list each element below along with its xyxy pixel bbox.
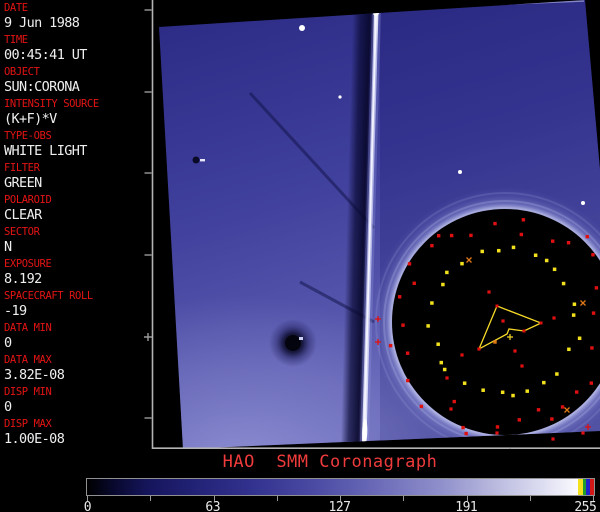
metadata-field: TYPE-OBS WHITE LIGHT [4, 130, 140, 162]
field-value: -19 [4, 303, 27, 319]
colorbar-tick [276, 496, 278, 501]
field-value: 8.192 [4, 271, 42, 287]
colorbar-tick-label: 0 [83, 500, 92, 512]
field-value: 3.82E-08 [4, 367, 65, 383]
field-label: DATE [4, 2, 28, 14]
metadata-field: SECTOR N [4, 226, 140, 258]
metadata-field: TIME 00:45:41 UT [4, 34, 140, 66]
colorbar-tick [150, 496, 152, 501]
field-label: DATA MAX [4, 354, 52, 366]
field-label: EXPOSURE [4, 258, 52, 270]
field-label: TYPE-OBS [4, 130, 52, 142]
field-label: FILTER [4, 162, 40, 174]
colorbar-tick [529, 496, 531, 501]
field-value: WHITE LIGHT [4, 143, 87, 159]
metadata-field: FILTER GREEN [4, 162, 140, 194]
field-label: INTENSITY SOURCE [4, 98, 99, 110]
field-value: 0 [4, 335, 12, 351]
colorbar-tick-label: 127 [328, 500, 351, 512]
colorbar-gradient [87, 479, 594, 495]
metadata-field: DATE 9 Jun 1988 [4, 2, 140, 34]
intensity-colorbar [86, 478, 595, 496]
metadata-field: DATA MAX 3.82E-08 [4, 354, 140, 386]
coronagraph-image [140, 0, 600, 449]
colorbar-tick-label: 63 [205, 500, 221, 512]
field-value: CLEAR [4, 207, 42, 223]
colorbar-saturation-stripe [590, 479, 594, 495]
field-value: N [4, 239, 12, 255]
field-label: TIME [4, 34, 28, 46]
colorbar-tick [403, 496, 405, 501]
field-label: OBJECT [4, 66, 40, 78]
field-value: 0 [4, 399, 12, 415]
image-title: HAO SMM Coronagraph [222, 452, 438, 472]
field-label: DISP MIN [4, 386, 52, 398]
metadata-field: POLAROID CLEAR [4, 194, 140, 226]
field-label: POLAROID [4, 194, 52, 206]
metadata-field: DISP MIN 0 [4, 386, 140, 418]
field-value: 9 Jun 1988 [4, 15, 80, 31]
field-value: (K+F)*V [4, 111, 57, 127]
metadata-panel: DATE 9 Jun 1988 TIME 00:45:41 UT OBJECT … [0, 0, 140, 449]
field-value: 1.00E-08 [4, 431, 65, 447]
metadata-field: OBJECT SUN:CORONA [4, 66, 140, 98]
field-label: SECTOR [4, 226, 40, 238]
field-label: SPACECRAFT ROLL [4, 290, 93, 302]
field-value: SUN:CORONA [4, 79, 80, 95]
metadata-field: DISP MAX 1.00E-08 [4, 418, 140, 450]
metadata-field: EXPOSURE 8.192 [4, 258, 140, 290]
colorbar-tick-label: 255 [574, 500, 597, 512]
field-value: GREEN [4, 175, 42, 191]
metadata-field: INTENSITY SOURCE (K+F)*V [4, 98, 140, 130]
colorbar-tick-label: 191 [455, 500, 478, 512]
field-label: DISP MAX [4, 418, 52, 430]
field-value: 00:45:41 UT [4, 47, 87, 63]
metadata-field: SPACECRAFT ROLL -19 [4, 290, 140, 322]
metadata-field: DATA MIN 0 [4, 322, 140, 354]
viewer-window: DATE 9 Jun 1988 TIME 00:45:41 UT OBJECT … [0, 0, 600, 512]
field-label: DATA MIN [4, 322, 52, 334]
